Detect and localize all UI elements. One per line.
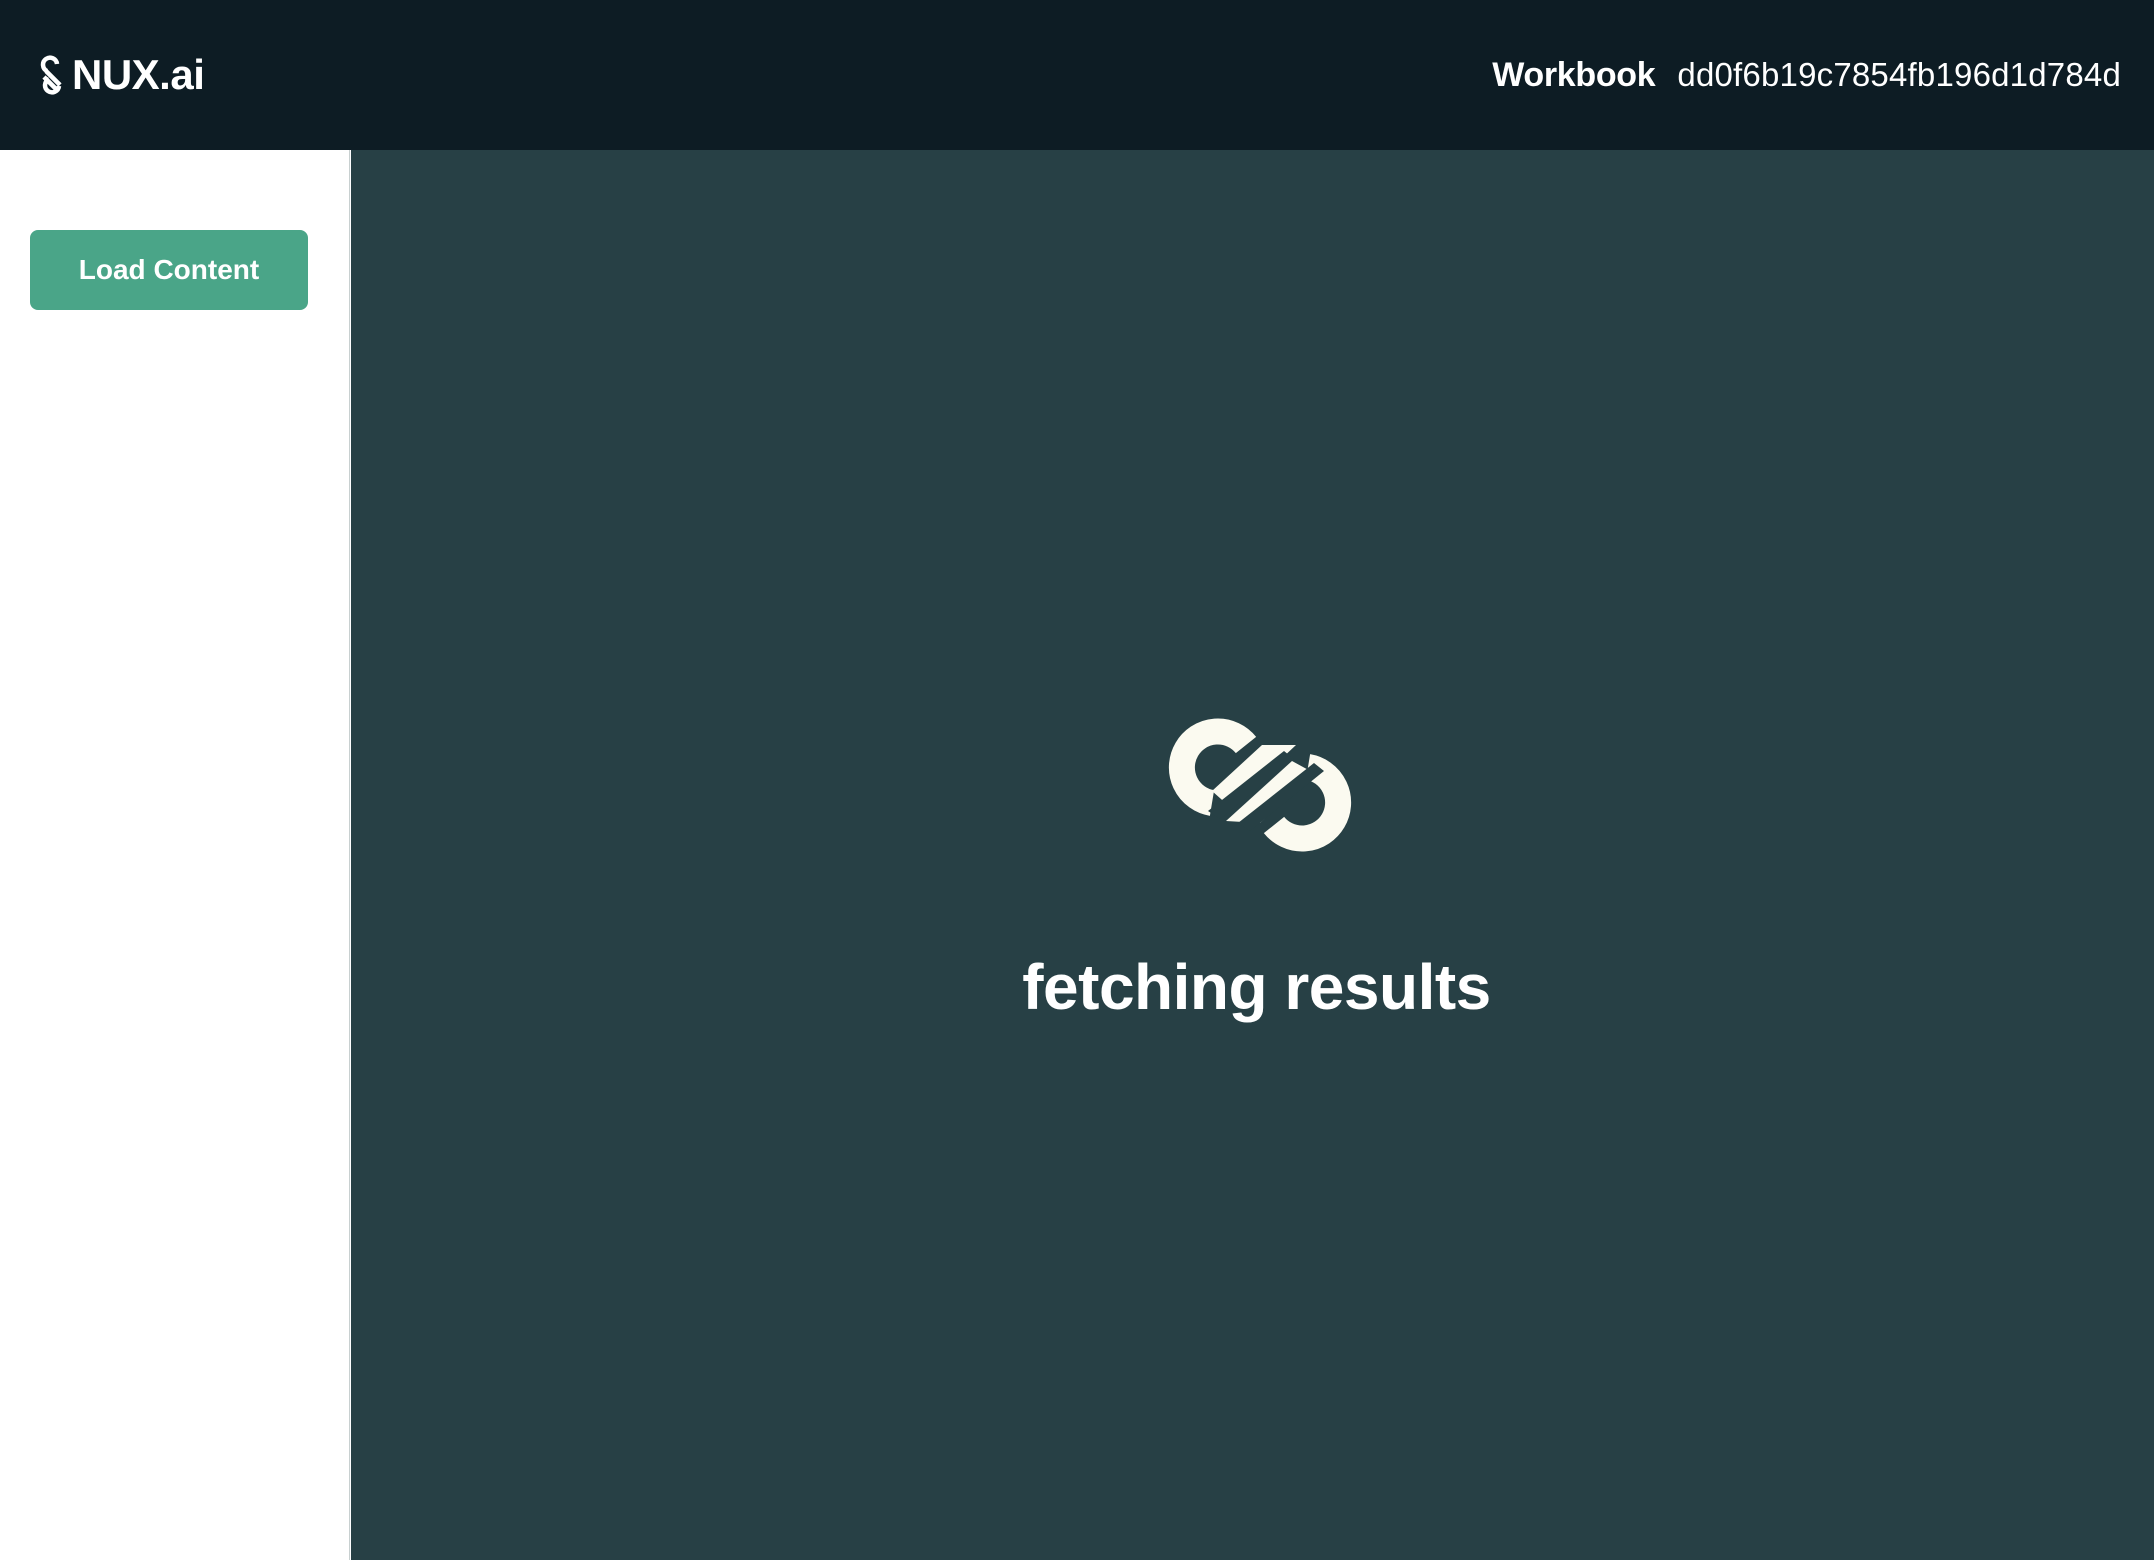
workbook-id: dd0f6b19c7854fb196d1d784d (1677, 56, 2121, 93)
load-content-button[interactable]: Load Content (30, 230, 308, 310)
brand-name: NUX.ai (72, 51, 205, 98)
nux-logo-icon (1168, 718, 1352, 852)
loading-status-text: fetching results (1022, 951, 1491, 1023)
sidebar: Load Content (0, 150, 350, 1560)
workbook-info: Workbook dd0f6b19c7854fb196d1d784d (1492, 58, 2121, 92)
loading-state: fetching results (351, 150, 2154, 1560)
top-bar: NUX.ai Workbook dd0f6b19c7854fb196d1d784… (0, 0, 2154, 150)
main-content: fetching results (351, 150, 2154, 1560)
nux-logo-icon (40, 55, 62, 95)
workbook-label: Workbook (1492, 56, 1656, 94)
brand-logo[interactable]: NUX.ai (40, 51, 205, 98)
